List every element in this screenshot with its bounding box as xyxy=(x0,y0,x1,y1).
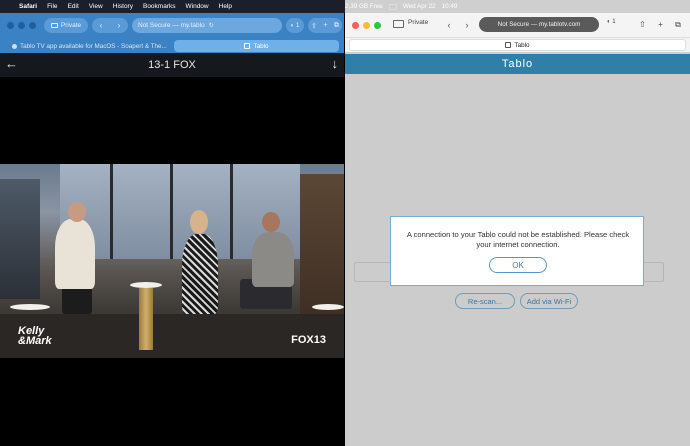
show-logo: Kelly &Mark xyxy=(18,325,52,347)
address-text: Not Secure — my.tablo xyxy=(138,22,205,29)
menu-bookmarks[interactable]: Bookmarks xyxy=(138,3,181,10)
left-safari-window: Private ‹ › Not Secure — my.tablo ↻ ◐ 1 … xyxy=(0,13,344,446)
new-tab-icon[interactable]: + xyxy=(323,22,327,29)
tab-overview-icon[interactable]: ⧉ xyxy=(675,20,681,30)
window-mullion xyxy=(170,164,173,259)
left-window-controls xyxy=(7,22,36,29)
host-left xyxy=(55,219,95,289)
new-tab-icon[interactable]: + xyxy=(658,20,663,29)
ok-button[interactable]: OK xyxy=(489,257,547,273)
tab-label: Tablo xyxy=(253,42,269,50)
tab-tablo[interactable]: Tablo xyxy=(349,39,686,51)
right-nav-buttons: ‹ › xyxy=(440,17,476,32)
zoom-window-icon[interactable] xyxy=(29,22,36,29)
center-table-stem xyxy=(139,288,153,350)
tablo-content: Re-scan... Add via Wi-Fi A connection to… xyxy=(345,74,690,446)
host-center xyxy=(182,234,218,314)
rescan-button[interactable]: Re-scan... xyxy=(455,293,515,309)
battery-icon[interactable] xyxy=(388,3,397,10)
player-header: ← 13-1 FOX ↓ xyxy=(0,53,344,77)
menu-edit[interactable]: Edit xyxy=(63,3,84,10)
dialog-message: A connection to your Tablo could not be … xyxy=(406,230,630,249)
tab-label: Tablo xyxy=(514,41,530,49)
private-label: Private xyxy=(408,19,429,26)
forward-button[interactable]: › xyxy=(118,21,121,30)
right-window-controls xyxy=(352,22,381,29)
host-right-head xyxy=(262,212,280,232)
host-left-head xyxy=(68,202,86,222)
menu-bar-status: 2.39 GB Free Wed Apr 22 10:49 xyxy=(345,0,690,13)
minimize-window-icon[interactable] xyxy=(18,22,25,29)
private-label: Private xyxy=(60,22,82,29)
studio-wall xyxy=(0,179,40,299)
window-mullion xyxy=(110,164,113,259)
add-via-wifi-button[interactable]: Add via Wi-Fi xyxy=(520,293,578,309)
left-tab-bar: Tablo TV app available for MacOS - Soape… xyxy=(0,39,344,53)
macos-menu-bar: Safari File Edit View History Bookmarks … xyxy=(0,0,690,13)
close-window-icon[interactable] xyxy=(352,22,359,29)
right-safari-window: Private ‹ › Not Secure — my.tablotv.com … xyxy=(345,13,690,446)
right-toolbar: Private ‹ › Not Secure — my.tablotv.com … xyxy=(345,13,690,37)
right-toolbar-actions: ⇧ + ⧉ xyxy=(633,17,687,32)
tablo-header: Tablo xyxy=(345,54,690,74)
left-extension-button[interactable]: ◐ 1 xyxy=(286,18,304,33)
left-nav-buttons: ‹ › xyxy=(92,18,128,33)
clock-time[interactable]: 10:49 xyxy=(442,3,458,10)
menu-safari[interactable]: Safari xyxy=(14,3,42,10)
left-address-bar[interactable]: Not Secure — my.tablo ↻ xyxy=(132,18,282,33)
connection-error-dialog: A connection to your Tablo could not be … xyxy=(390,216,644,286)
close-window-icon[interactable] xyxy=(7,22,14,29)
zoom-window-icon[interactable] xyxy=(374,22,381,29)
clock-date[interactable]: Wed Apr 22 xyxy=(403,3,436,10)
side-table xyxy=(10,304,50,310)
tab-favicon-icon xyxy=(12,43,17,49)
left-toolbar-actions: ⇧ + ⧉ xyxy=(308,18,342,33)
sidebar-icon[interactable] xyxy=(393,20,404,28)
video-player[interactable]: Kelly &Mark FOX13 xyxy=(0,164,344,358)
side-table xyxy=(312,304,344,310)
network-logo: FOX13 xyxy=(291,334,326,346)
sidebar-icon xyxy=(50,23,58,28)
tablo-favicon-icon xyxy=(505,42,512,48)
back-button[interactable]: ‹ xyxy=(448,20,451,30)
tablo-favicon-icon xyxy=(244,43,251,49)
menu-window[interactable]: Window xyxy=(181,3,214,10)
tab-overview-icon[interactable]: ⧉ xyxy=(334,22,339,30)
host-center-head xyxy=(190,210,208,234)
minimize-window-icon[interactable] xyxy=(363,22,370,29)
share-icon[interactable]: ⇧ xyxy=(311,22,317,30)
forward-button[interactable]: › xyxy=(466,20,469,30)
left-toolbar: Private ‹ › Not Secure — my.tablo ↻ ◐ 1 … xyxy=(0,13,344,39)
share-icon[interactable]: ⇧ xyxy=(639,20,646,29)
menu-file[interactable]: File xyxy=(42,3,62,10)
tab-tablo-macos-article[interactable]: Tablo TV app available for MacOS - Soape… xyxy=(6,40,170,52)
right-tab-bar: Tablo xyxy=(345,37,690,52)
reload-icon[interactable]: ↻ xyxy=(209,22,214,29)
menu-help[interactable]: Help xyxy=(214,3,237,10)
right-extension-button[interactable]: ◐ 1 xyxy=(607,19,616,25)
channel-title: 13-1 FOX xyxy=(148,59,196,71)
tablo-logo: Tablo xyxy=(501,58,534,70)
back-button[interactable]: ‹ xyxy=(100,21,103,30)
menu-history[interactable]: History xyxy=(108,3,138,10)
disk-free-status[interactable]: 2.39 GB Free xyxy=(345,3,383,10)
tab-tablo-active[interactable]: Tablo xyxy=(174,40,339,52)
window-mullion xyxy=(230,164,233,259)
screen: Safari File Edit View History Bookmarks … xyxy=(0,0,690,446)
left-private-indicator[interactable]: Private xyxy=(44,18,88,33)
download-arrow-icon[interactable]: ↓ xyxy=(332,57,339,70)
host-right xyxy=(252,232,294,287)
right-address-bar[interactable]: Not Secure — my.tablotv.com xyxy=(479,17,599,32)
menu-view[interactable]: View xyxy=(84,3,108,10)
tab-label: Tablo TV app available for MacOS - Soape… xyxy=(20,42,167,50)
bookshelf xyxy=(300,174,344,314)
